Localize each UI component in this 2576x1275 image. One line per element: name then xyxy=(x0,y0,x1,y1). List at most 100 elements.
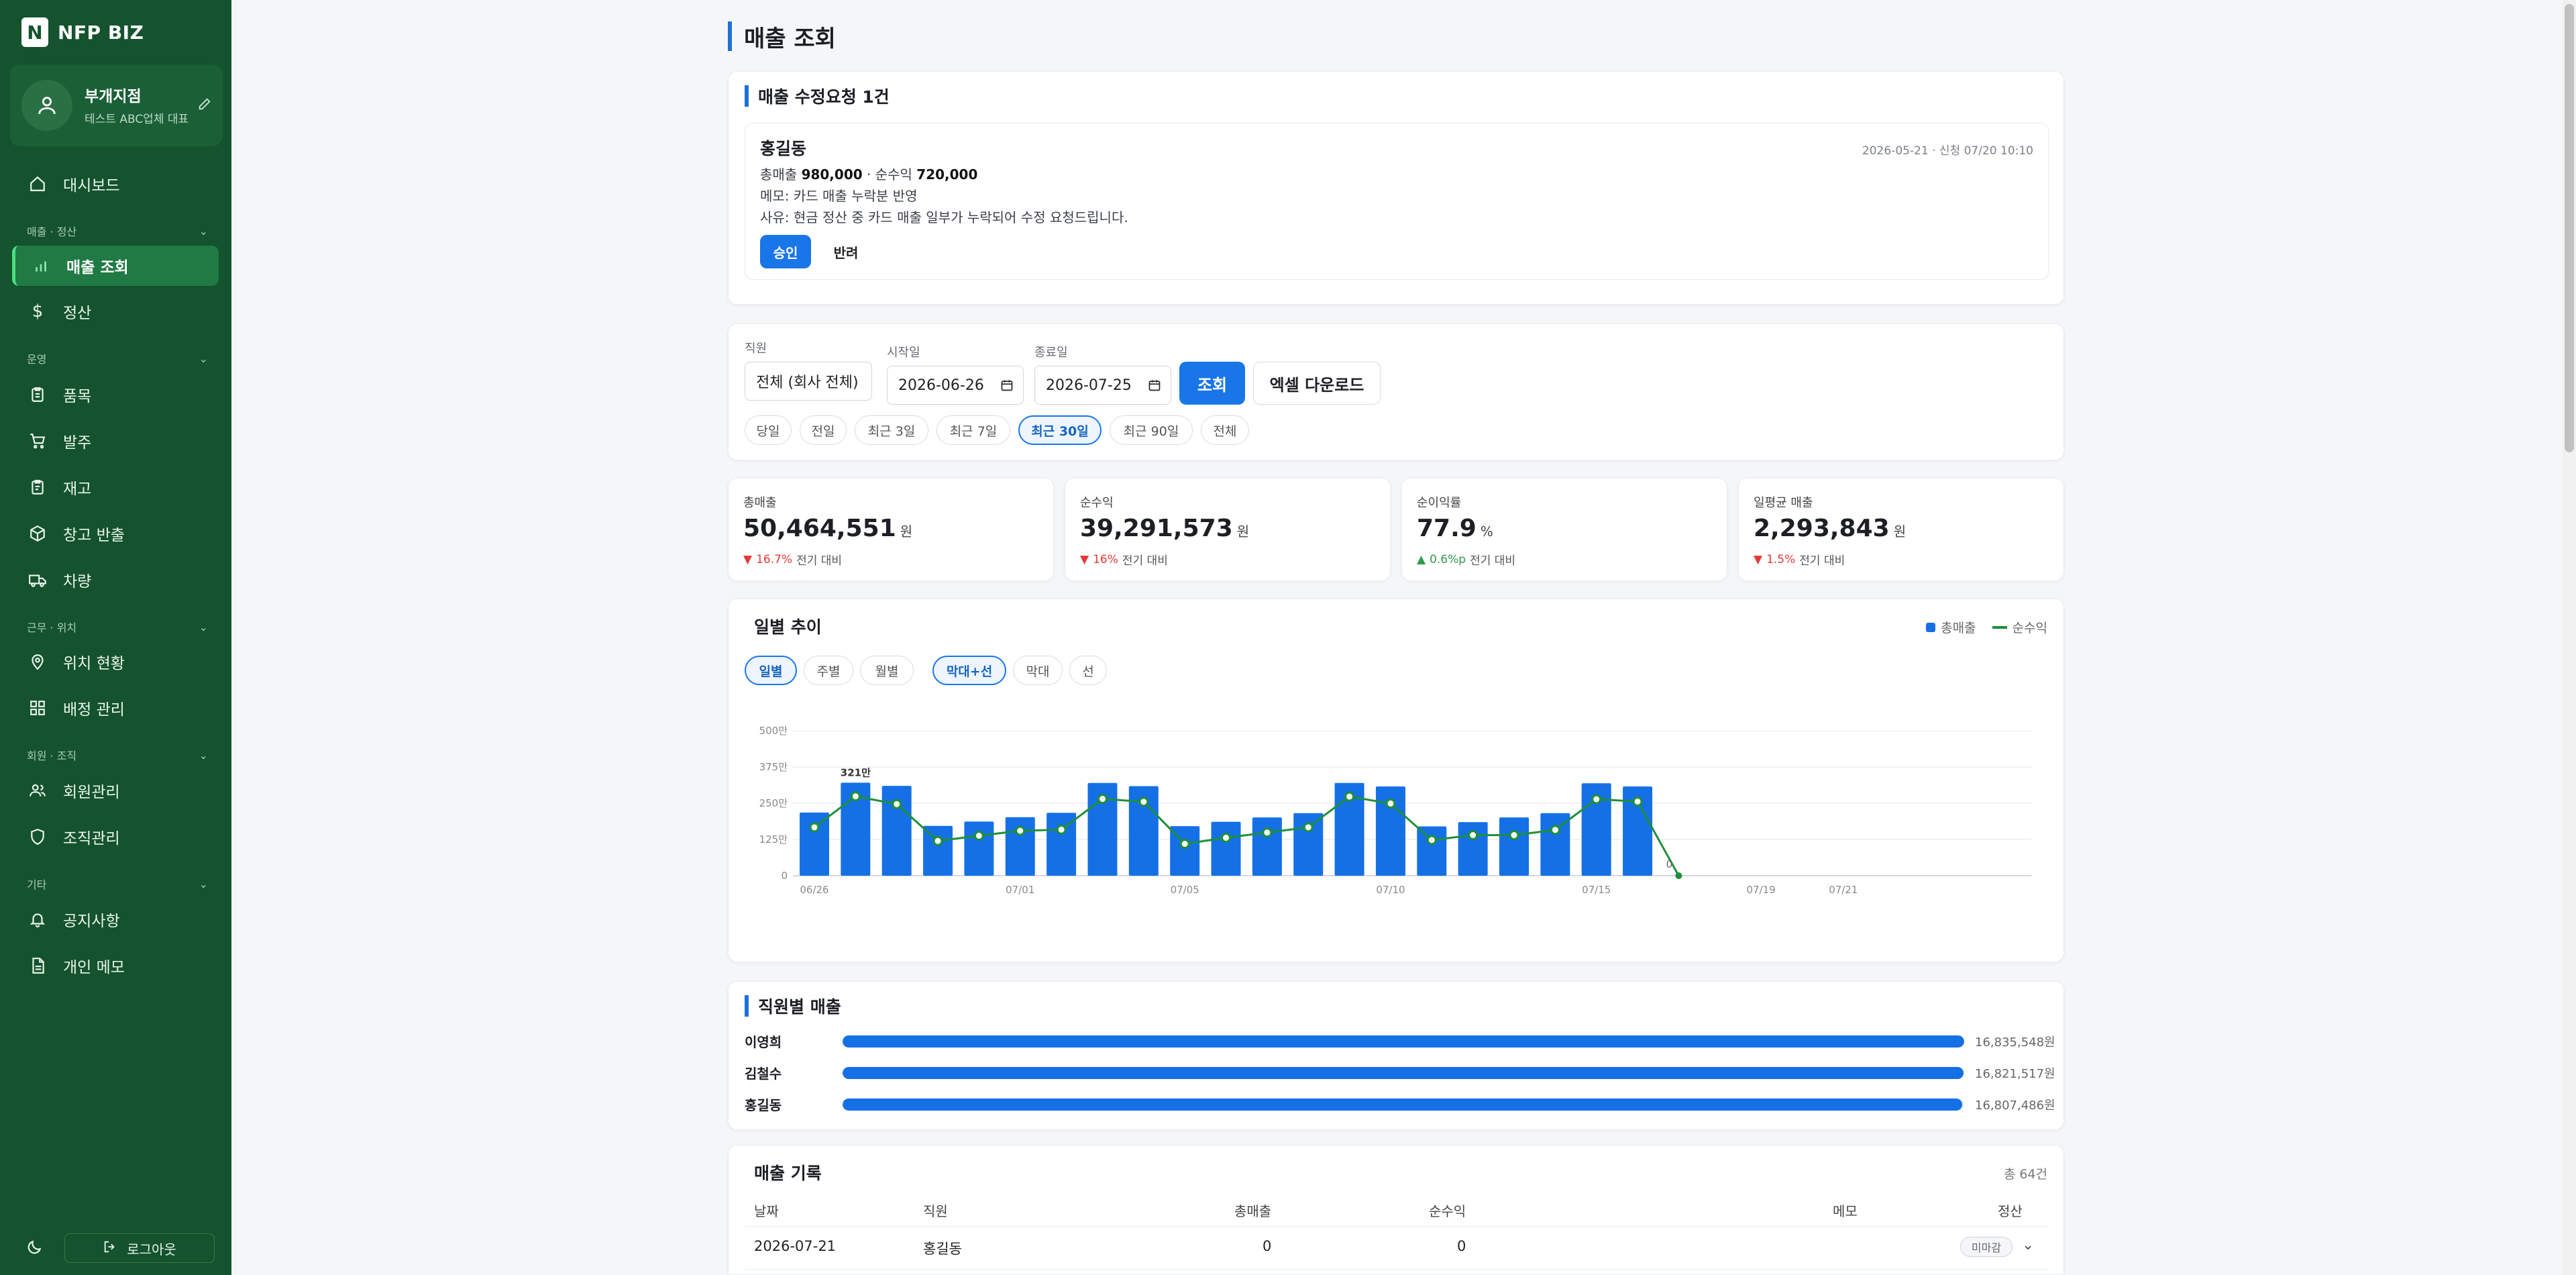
stat-delta-note: 전기 대비 xyxy=(1799,554,1845,568)
edit-request-card: 매출 수정요청 1건 홍길동 2026-05-21 · 신청 07/20 10:… xyxy=(728,71,2064,305)
sidebar-item-org[interactable]: 조직관리 xyxy=(12,817,219,857)
edit-request-item: 홍길동 2026-05-21 · 신청 07/20 10:10 총매출 980,… xyxy=(745,123,2049,280)
sidebar-item-notice[interactable]: 공지사항 xyxy=(12,899,219,939)
brand-logo[interactable]: N NFP BIZ xyxy=(21,17,144,47)
nav-section-org[interactable]: 회원 · 조직 ⌄ xyxy=(27,747,208,763)
bar-chart-icon xyxy=(32,256,50,275)
line-point xyxy=(1097,794,1108,805)
employee-bar xyxy=(843,1067,1964,1079)
period-tab[interactable]: 월별 xyxy=(860,656,914,685)
line-point xyxy=(1675,872,1682,879)
chart-bar xyxy=(1417,826,1447,876)
sidebar-item-orders[interactable]: 발주 xyxy=(12,421,219,461)
quick-range-chip[interactable]: 최근 90일 xyxy=(1110,415,1193,445)
arrow-up-icon: ▲ xyxy=(1417,552,1426,566)
calendar-icon[interactable] xyxy=(1000,378,1014,396)
profile-subtitle: 테스트 ABC업체 대표 xyxy=(85,113,189,126)
employee-name: 이영희 xyxy=(745,1034,782,1050)
x-tick-label: 07/05 xyxy=(1171,884,1199,896)
staff-select[interactable]: 전체 (회사 전체) xyxy=(745,362,872,401)
edit-icon[interactable] xyxy=(197,97,212,114)
y-tick-label: 500만 xyxy=(759,725,788,737)
stat-delta-value: 0.6%p xyxy=(1430,552,1466,566)
stat-unit: % xyxy=(1480,523,1493,540)
quick-range-chip[interactable]: 전일 xyxy=(800,415,847,445)
calendar-icon[interactable] xyxy=(1148,378,1161,396)
chart-bar xyxy=(1211,821,1241,876)
x-tick-label: 06/26 xyxy=(800,884,828,896)
column-header-total[interactable]: 총매출 xyxy=(1234,1201,1271,1220)
moon-icon[interactable] xyxy=(25,1239,43,1259)
sidebar-item-settlement[interactable]: $ 정산 xyxy=(12,291,219,332)
employee-sales-card: 직원별 매출 이영희 16,835,548원 김철수 16,821,517원 홍… xyxy=(728,981,2064,1130)
end-date-value: 2026-07-25 xyxy=(1046,376,1132,394)
logout-button[interactable]: 로그아웃 xyxy=(64,1233,215,1263)
column-header-settle[interactable]: 정산 xyxy=(1998,1201,2023,1220)
chart-type-tab-active[interactable]: 막대+선 xyxy=(932,656,1006,685)
period-tab[interactable]: 주별 xyxy=(804,656,853,685)
request-net-label: · 순수익 xyxy=(867,166,912,183)
cell-staff: 홍길동 xyxy=(923,1241,962,1257)
cell-total: 0 xyxy=(1263,1238,1272,1254)
end-date-input[interactable]: 2026-07-25 xyxy=(1034,366,1171,405)
column-header-net[interactable]: 순수익 xyxy=(1429,1201,1466,1220)
sidebar-item-vehicles[interactable]: 차량 xyxy=(12,560,219,600)
sidebar-item-assign[interactable]: 배정 관리 xyxy=(12,688,219,728)
stat-label: 순이익률 xyxy=(1417,496,1462,510)
brand-name: NFP BIZ xyxy=(58,21,144,44)
sidebar-item-stock[interactable]: 재고 xyxy=(12,467,219,507)
sidebar-item-returns[interactable]: 창고 반출 xyxy=(12,513,219,554)
sales-records-card: 매출 기록 총 64건 날짜 직원 총매출 순수익 메모 정산 2026-07-… xyxy=(728,1145,2064,1275)
filter-card: 직원 전체 (회사 전체) 시작일 2026-06-26 종료일 2026-07… xyxy=(728,323,2064,460)
stat-value: 50,464,551 원 xyxy=(743,515,912,542)
nav-section-etc[interactable]: 기타 ⌄ xyxy=(27,876,208,892)
column-header-date[interactable]: 날짜 xyxy=(754,1201,779,1220)
search-button[interactable]: 조회 xyxy=(1179,362,1245,405)
records-count: 총 64건 xyxy=(2003,1167,2047,1182)
quick-range-chip[interactable]: 최근 3일 xyxy=(855,415,928,445)
chart-bar xyxy=(1499,817,1529,876)
reject-button[interactable]: 반려 xyxy=(819,235,873,268)
stat-delta-note: 전기 대비 xyxy=(1122,554,1168,568)
truck-icon xyxy=(28,570,47,589)
scrollbar-thumb[interactable] xyxy=(2565,4,2574,452)
employee-name: 홍길동 xyxy=(745,1097,782,1113)
sidebar-item-dashboard[interactable]: 대시보드 xyxy=(12,164,219,204)
sidebar-item-items[interactable]: 품목 xyxy=(12,374,219,415)
nav-section-sales[interactable]: 매출 · 정산 ⌄ xyxy=(27,223,208,239)
nav-section-ops[interactable]: 운영 ⌄ xyxy=(27,350,208,366)
start-date-label: 시작일 xyxy=(887,346,920,360)
x-tick-label: 07/15 xyxy=(1582,884,1611,896)
line-point xyxy=(1179,838,1190,849)
table-divider xyxy=(745,1269,2049,1270)
sidebar-item-memo[interactable]: 개인 메모 xyxy=(12,946,219,986)
quick-range-chip-active[interactable]: 최근 30일 xyxy=(1018,415,1102,445)
column-header-staff[interactable]: 직원 xyxy=(923,1201,948,1220)
column-header-memo[interactable]: 메모 xyxy=(1833,1201,1858,1220)
quick-range-chip[interactable]: 최근 7일 xyxy=(936,415,1010,445)
start-date-input[interactable]: 2026-06-26 xyxy=(887,366,1024,405)
chart-type-tab[interactable]: 막대 xyxy=(1013,656,1063,685)
sidebar-item-sales[interactable]: 매출 조회 xyxy=(12,246,219,286)
quick-range-chip[interactable]: 당일 xyxy=(745,415,792,445)
nav-section-label: 운영 xyxy=(27,353,47,366)
logo-mark: N xyxy=(21,17,48,47)
approve-button[interactable]: 승인 xyxy=(760,235,811,268)
sidebar-item-location[interactable]: 위치 현황 xyxy=(12,642,219,682)
nav-section-work[interactable]: 근무 · 위치 ⌄ xyxy=(27,619,208,635)
chart-type-tab[interactable]: 선 xyxy=(1069,656,1107,685)
shield-icon xyxy=(28,827,47,846)
stat-number: 77.9 xyxy=(1417,515,1477,542)
sidebar-item-members[interactable]: 회원관리 xyxy=(12,770,219,811)
employee-bar xyxy=(843,1099,1963,1111)
nav-section-label: 기타 xyxy=(27,878,47,891)
sidebar-item-label: 대시보드 xyxy=(63,177,120,195)
sidebar: N NFP BIZ 부개지점 테스트 ABC업체 대표 대시보드 매출 · 정산… xyxy=(0,0,231,1275)
stat-delta: ▲ 0.6%p 전기 대비 xyxy=(1417,551,1515,568)
avatar xyxy=(21,80,72,131)
chevron-down-icon[interactable]: ⌄ xyxy=(2022,1237,2034,1254)
quick-range-chip[interactable]: 전체 xyxy=(1201,415,1249,445)
y-tick-label: 125만 xyxy=(759,833,788,846)
excel-download-button[interactable]: 엑셀 다운로드 xyxy=(1253,362,1381,405)
period-tab-active[interactable]: 일별 xyxy=(745,656,797,685)
